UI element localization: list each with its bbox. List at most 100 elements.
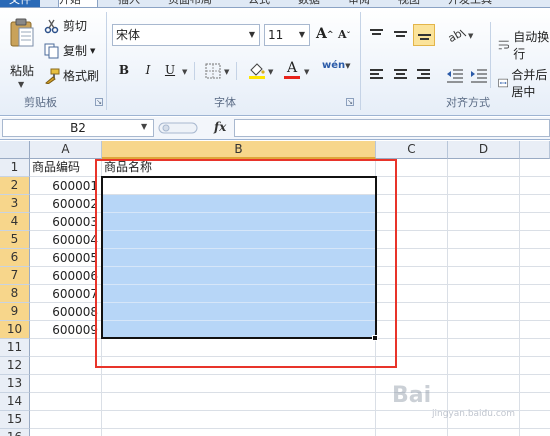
cell-a10[interactable]: 600009: [30, 321, 100, 339]
tab-insert[interactable]: 插入: [118, 0, 140, 7]
align-bottom-button[interactable]: [413, 24, 435, 46]
chevron-down-icon[interactable]: ▼: [182, 68, 187, 76]
orientation-icon[interactable]: ab: [446, 26, 468, 44]
chevron-down-icon[interactable]: ▼: [224, 68, 229, 76]
chevron-down-icon[interactable]: ▼: [90, 47, 95, 55]
font-name-value: 宋体: [116, 28, 141, 42]
paste-button[interactable]: 粘贴 ▼: [6, 18, 36, 89]
cut-button[interactable]: 剪切: [44, 17, 87, 34]
row-header[interactable]: 3: [0, 195, 30, 213]
align-bottom-icon: [418, 34, 431, 42]
italic-button[interactable]: I: [138, 60, 158, 80]
shrink-font-button[interactable]: Aˇ: [338, 28, 351, 41]
caret-up-icon: ^: [326, 29, 334, 39]
font-group-label: 字体: [214, 96, 236, 109]
font-size-select[interactable]: 11 ▼: [264, 24, 310, 46]
divider: [194, 62, 195, 80]
group-divider: [360, 12, 361, 110]
underline-button[interactable]: U: [160, 60, 180, 80]
row-header[interactable]: 16: [0, 429, 30, 436]
format-painter-button[interactable]: 格式刷: [44, 67, 99, 84]
font-launcher-icon[interactable]: ↘: [346, 98, 354, 106]
bold-button[interactable]: B: [114, 60, 134, 80]
fill-color-icon[interactable]: [248, 62, 266, 80]
clipboard-launcher-icon[interactable]: ↘: [95, 98, 103, 106]
cell-a8[interactable]: 600007: [30, 285, 100, 303]
row-header[interactable]: 8: [0, 285, 30, 303]
merge-center-button[interactable]: 合并后居中: [498, 66, 550, 100]
tab-file[interactable]: 文件: [0, 0, 40, 7]
copy-icon: [44, 43, 59, 58]
highlight-annotation: [95, 159, 397, 368]
row-header[interactable]: 9: [0, 303, 30, 321]
grow-font-button[interactable]: A ^: [316, 26, 334, 42]
font-color-button[interactable]: A: [284, 60, 300, 80]
align-center-button[interactable]: [390, 64, 412, 86]
chevron-down-icon[interactable]: ▼: [468, 32, 473, 40]
phonetic-button[interactable]: wén▼: [322, 60, 351, 71]
tab-data[interactable]: 数据: [298, 0, 320, 7]
chevron-down-icon[interactable]: ▼: [268, 68, 273, 76]
font-name-select[interactable]: 宋体 ▼: [112, 24, 260, 46]
merge-cells-icon: [498, 78, 508, 88]
cell-a3[interactable]: 600002: [30, 195, 100, 213]
row-header[interactable]: 10: [0, 321, 30, 339]
cell-a6[interactable]: 600005: [30, 249, 100, 267]
chevron-down-icon[interactable]: ▼: [141, 122, 147, 131]
row-header[interactable]: 7: [0, 267, 30, 285]
row-header[interactable]: 12: [0, 357, 30, 375]
cell-a4[interactable]: 600003: [30, 213, 100, 231]
align-middle-icon: [394, 31, 407, 39]
column-header-b[interactable]: B: [102, 141, 376, 159]
cell-a7[interactable]: 600006: [30, 267, 100, 285]
row-header[interactable]: 11: [0, 339, 30, 357]
gridline: [519, 159, 520, 436]
align-left-icon: [370, 69, 383, 81]
row-header[interactable]: 6: [0, 249, 30, 267]
align-middle-button[interactable]: [390, 24, 412, 46]
tab-review[interactable]: 审阅: [348, 0, 370, 7]
column-header-c[interactable]: C: [376, 141, 448, 159]
tab-home[interactable]: 开始: [58, 0, 98, 7]
tab-developer[interactable]: 开发工具: [448, 0, 492, 7]
border-icon[interactable]: [205, 63, 221, 79]
cell-a9[interactable]: 600008: [30, 303, 100, 321]
align-left-button[interactable]: [366, 64, 388, 86]
column-header-d[interactable]: D: [448, 141, 520, 159]
copy-button[interactable]: 复制 ▼: [44, 42, 95, 59]
cell-a2[interactable]: 600001: [30, 177, 100, 195]
align-center-icon: [394, 69, 407, 81]
decrease-indent-icon[interactable]: [446, 68, 464, 84]
baidu-watermark-url: jingyan.baidu.com: [432, 409, 516, 419]
row-header[interactable]: 15: [0, 411, 30, 429]
chevron-down-icon: ▼: [345, 62, 351, 70]
name-box[interactable]: B2: [2, 119, 154, 137]
column-header-e[interactable]: [520, 141, 550, 159]
row-header[interactable]: 4: [0, 213, 30, 231]
tab-page-layout[interactable]: 页面布局: [168, 0, 212, 7]
chevron-down-icon[interactable]: ▼: [304, 68, 309, 76]
tab-formulas[interactable]: 公式: [248, 0, 270, 7]
tab-view[interactable]: 视图: [398, 0, 420, 7]
alignment-group-label: 对齐方式: [446, 96, 490, 109]
column-header-a[interactable]: A: [30, 141, 102, 159]
align-top-icon: [370, 29, 383, 37]
align-top-button[interactable]: [366, 24, 388, 46]
splitter-handle-icon[interactable]: [158, 122, 198, 134]
cell-a1[interactable]: 商品编码: [32, 158, 104, 176]
clipboard-group-label: 剪贴板: [24, 96, 57, 109]
wrap-text-icon: [498, 40, 510, 50]
row-header[interactable]: 14: [0, 393, 30, 411]
row-header[interactable]: 1: [0, 159, 30, 177]
formula-input[interactable]: [234, 119, 550, 137]
row-header[interactable]: 5: [0, 231, 30, 249]
row-header[interactable]: 2: [0, 177, 30, 195]
wrap-text-button[interactable]: 自动换行: [498, 28, 550, 62]
increase-indent-icon[interactable]: [470, 68, 488, 84]
insert-function-button[interactable]: fx: [214, 120, 226, 134]
align-right-button[interactable]: [413, 64, 435, 86]
row-header[interactable]: 13: [0, 375, 30, 393]
cell-a5[interactable]: 600004: [30, 231, 100, 249]
ribbon: 粘贴 ▼ 剪切 复制 ▼ 格式刷 剪贴板 ↘ 宋体 ▼ 11 ▼ A ^ A ˇ…: [0, 8, 550, 116]
select-all-button[interactable]: [0, 141, 30, 159]
